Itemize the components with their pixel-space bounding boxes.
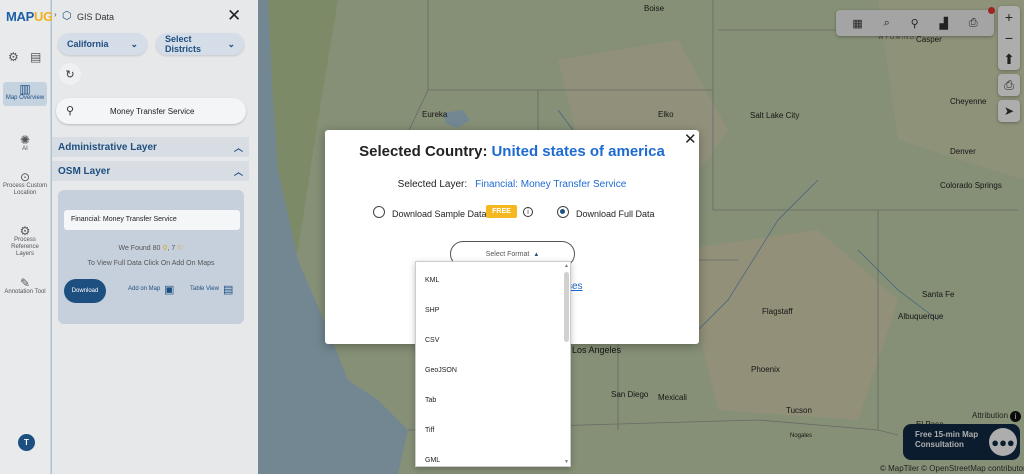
state-select[interactable]: California ⌄ bbox=[58, 33, 147, 55]
district-select-value: Select Districts bbox=[165, 34, 202, 54]
layer-field[interactable]: Financial: Money Transfer Service bbox=[64, 210, 240, 230]
found-count: We Found 80 ⚲, 7 ⚐ bbox=[118, 245, 184, 252]
caret-up-icon: ▲ bbox=[533, 252, 540, 258]
annotation-icon: ✎ bbox=[19, 276, 31, 290]
dropdown-scrollbar[interactable] bbox=[564, 272, 569, 342]
modal-title: Selected Country: United states of americ… bbox=[325, 143, 699, 160]
format-option[interactable]: Tab bbox=[425, 397, 436, 404]
selected-country: United states of america bbox=[491, 143, 665, 160]
district-select[interactable]: Select Districts ⌄ bbox=[156, 33, 244, 55]
free-badge: FREE bbox=[486, 205, 517, 218]
full-data-radio[interactable] bbox=[557, 206, 569, 218]
gis-icon: ⬡ bbox=[62, 10, 72, 22]
section-title: OSM Layer bbox=[58, 166, 111, 177]
format-option[interactable]: GML bbox=[425, 457, 440, 464]
refresh-button[interactable]: ↻ bbox=[59, 63, 81, 85]
format-option[interactable]: GeoJSON bbox=[425, 367, 457, 374]
info-icon[interactable]: i bbox=[523, 207, 533, 217]
download-button[interactable]: Download bbox=[64, 279, 106, 303]
icon-rail: MAPUG ⚙ ▤ ▥ Map Overview ✺ AI ⊙ Process … bbox=[0, 0, 53, 474]
rail-item-map-overview[interactable]: ▥ Map Overview bbox=[3, 82, 47, 106]
selected-layer: Selected Layer: Financial: Money Transfer… bbox=[325, 179, 699, 190]
modal-title-label: Selected Country: bbox=[359, 143, 488, 160]
rail-item-label: Process Custom Location bbox=[3, 183, 48, 196]
logo: MAPUG bbox=[6, 9, 53, 24]
format-placeholder: Select Format bbox=[485, 251, 530, 258]
rail-item-reference-layers[interactable]: ⚙ Process Reference Layers bbox=[3, 224, 47, 258]
refresh-icon: ↻ bbox=[65, 68, 75, 81]
search-icon: ⚲ bbox=[66, 105, 75, 117]
chevron-down-icon: ⌄ bbox=[227, 38, 235, 49]
section-title: Administrative Layer bbox=[58, 142, 157, 153]
scroll-down-icon[interactable]: ▼ bbox=[564, 459, 569, 465]
add-on-map-button[interactable]: Add on Map bbox=[128, 286, 160, 292]
ai-icon: ✺ bbox=[19, 133, 31, 147]
format-option[interactable]: CSV bbox=[425, 337, 439, 344]
format-option[interactable]: SHP bbox=[425, 307, 439, 314]
rail-item-custom-location[interactable]: ⊙ Process Custom Location bbox=[3, 170, 48, 197]
selected-layer-value: Financial: Money Transfer Service bbox=[475, 179, 627, 190]
format-option[interactable]: Tiff bbox=[425, 427, 434, 434]
format-dropdown: KML SHP CSV GeoJSON Tab Tiff GML ▲ ▼ bbox=[415, 261, 571, 467]
gis-panel: › ⬡ GIS Data ✕ California ⌄ Select Distr… bbox=[52, 0, 258, 474]
search-input-value: Money Transfer Service bbox=[110, 107, 195, 116]
rail-item-label: Map Overview bbox=[5, 95, 45, 101]
scroll-up-icon[interactable]: ▲ bbox=[564, 263, 569, 269]
sample-data-radio[interactable] bbox=[373, 206, 385, 218]
add-map-icon[interactable]: ▣ bbox=[164, 283, 174, 296]
settings-icon[interactable]: ⚙ bbox=[8, 50, 19, 64]
osm-layer-header[interactable]: OSM Layer ︿ bbox=[52, 161, 249, 181]
view-message: To View Full Data Click On Add On Maps bbox=[87, 260, 215, 267]
table-view-button[interactable]: Table View bbox=[190, 286, 219, 292]
administrative-layer-header[interactable]: Administrative Layer ︿ bbox=[52, 137, 249, 157]
table-icon[interactable]: ▤ bbox=[223, 283, 233, 296]
selected-layer-label: Selected Layer: bbox=[397, 179, 468, 190]
panel-header: › ⬡ GIS Data ✕ bbox=[52, 0, 258, 32]
sample-data-label[interactable]: Download Sample Data bbox=[392, 209, 487, 219]
pin-icon: ⚲ bbox=[162, 245, 168, 252]
rail-item-annotation[interactable]: ✎ Annotation Tool bbox=[3, 276, 47, 296]
location-icon: ⊙ bbox=[19, 170, 31, 184]
rail-item-label: AI bbox=[22, 146, 28, 152]
close-panel-icon[interactable]: ✕ bbox=[227, 6, 241, 26]
chevron-up-icon: ︿ bbox=[233, 167, 243, 177]
map-icon: ▥ bbox=[19, 82, 31, 96]
rail-item-label: Annotation Tool bbox=[4, 289, 46, 295]
panel-title: GIS Data bbox=[77, 12, 115, 22]
avatar[interactable]: T bbox=[18, 434, 35, 451]
rail-item-ai[interactable]: ✺ AI bbox=[3, 133, 47, 153]
layer-search[interactable]: ⚲ Money Transfer Service bbox=[56, 98, 246, 124]
chevron-down-icon: ⌄ bbox=[130, 38, 138, 49]
rail-item-label: Process Reference Layers bbox=[11, 237, 39, 257]
chevron-up-icon: ︿ bbox=[233, 143, 243, 153]
layer-card: Financial: Money Transfer Service We Fou… bbox=[58, 190, 244, 324]
document-icon[interactable]: ▤ bbox=[30, 50, 41, 64]
state-select-value: California bbox=[67, 39, 109, 49]
layers-icon: ⚙ bbox=[19, 224, 31, 238]
shape-icon: ⚐ bbox=[177, 245, 184, 252]
format-option[interactable]: KML bbox=[425, 277, 439, 284]
chevron-right-icon[interactable]: › bbox=[54, 10, 57, 19]
full-data-label[interactable]: Download Full Data bbox=[576, 209, 655, 219]
